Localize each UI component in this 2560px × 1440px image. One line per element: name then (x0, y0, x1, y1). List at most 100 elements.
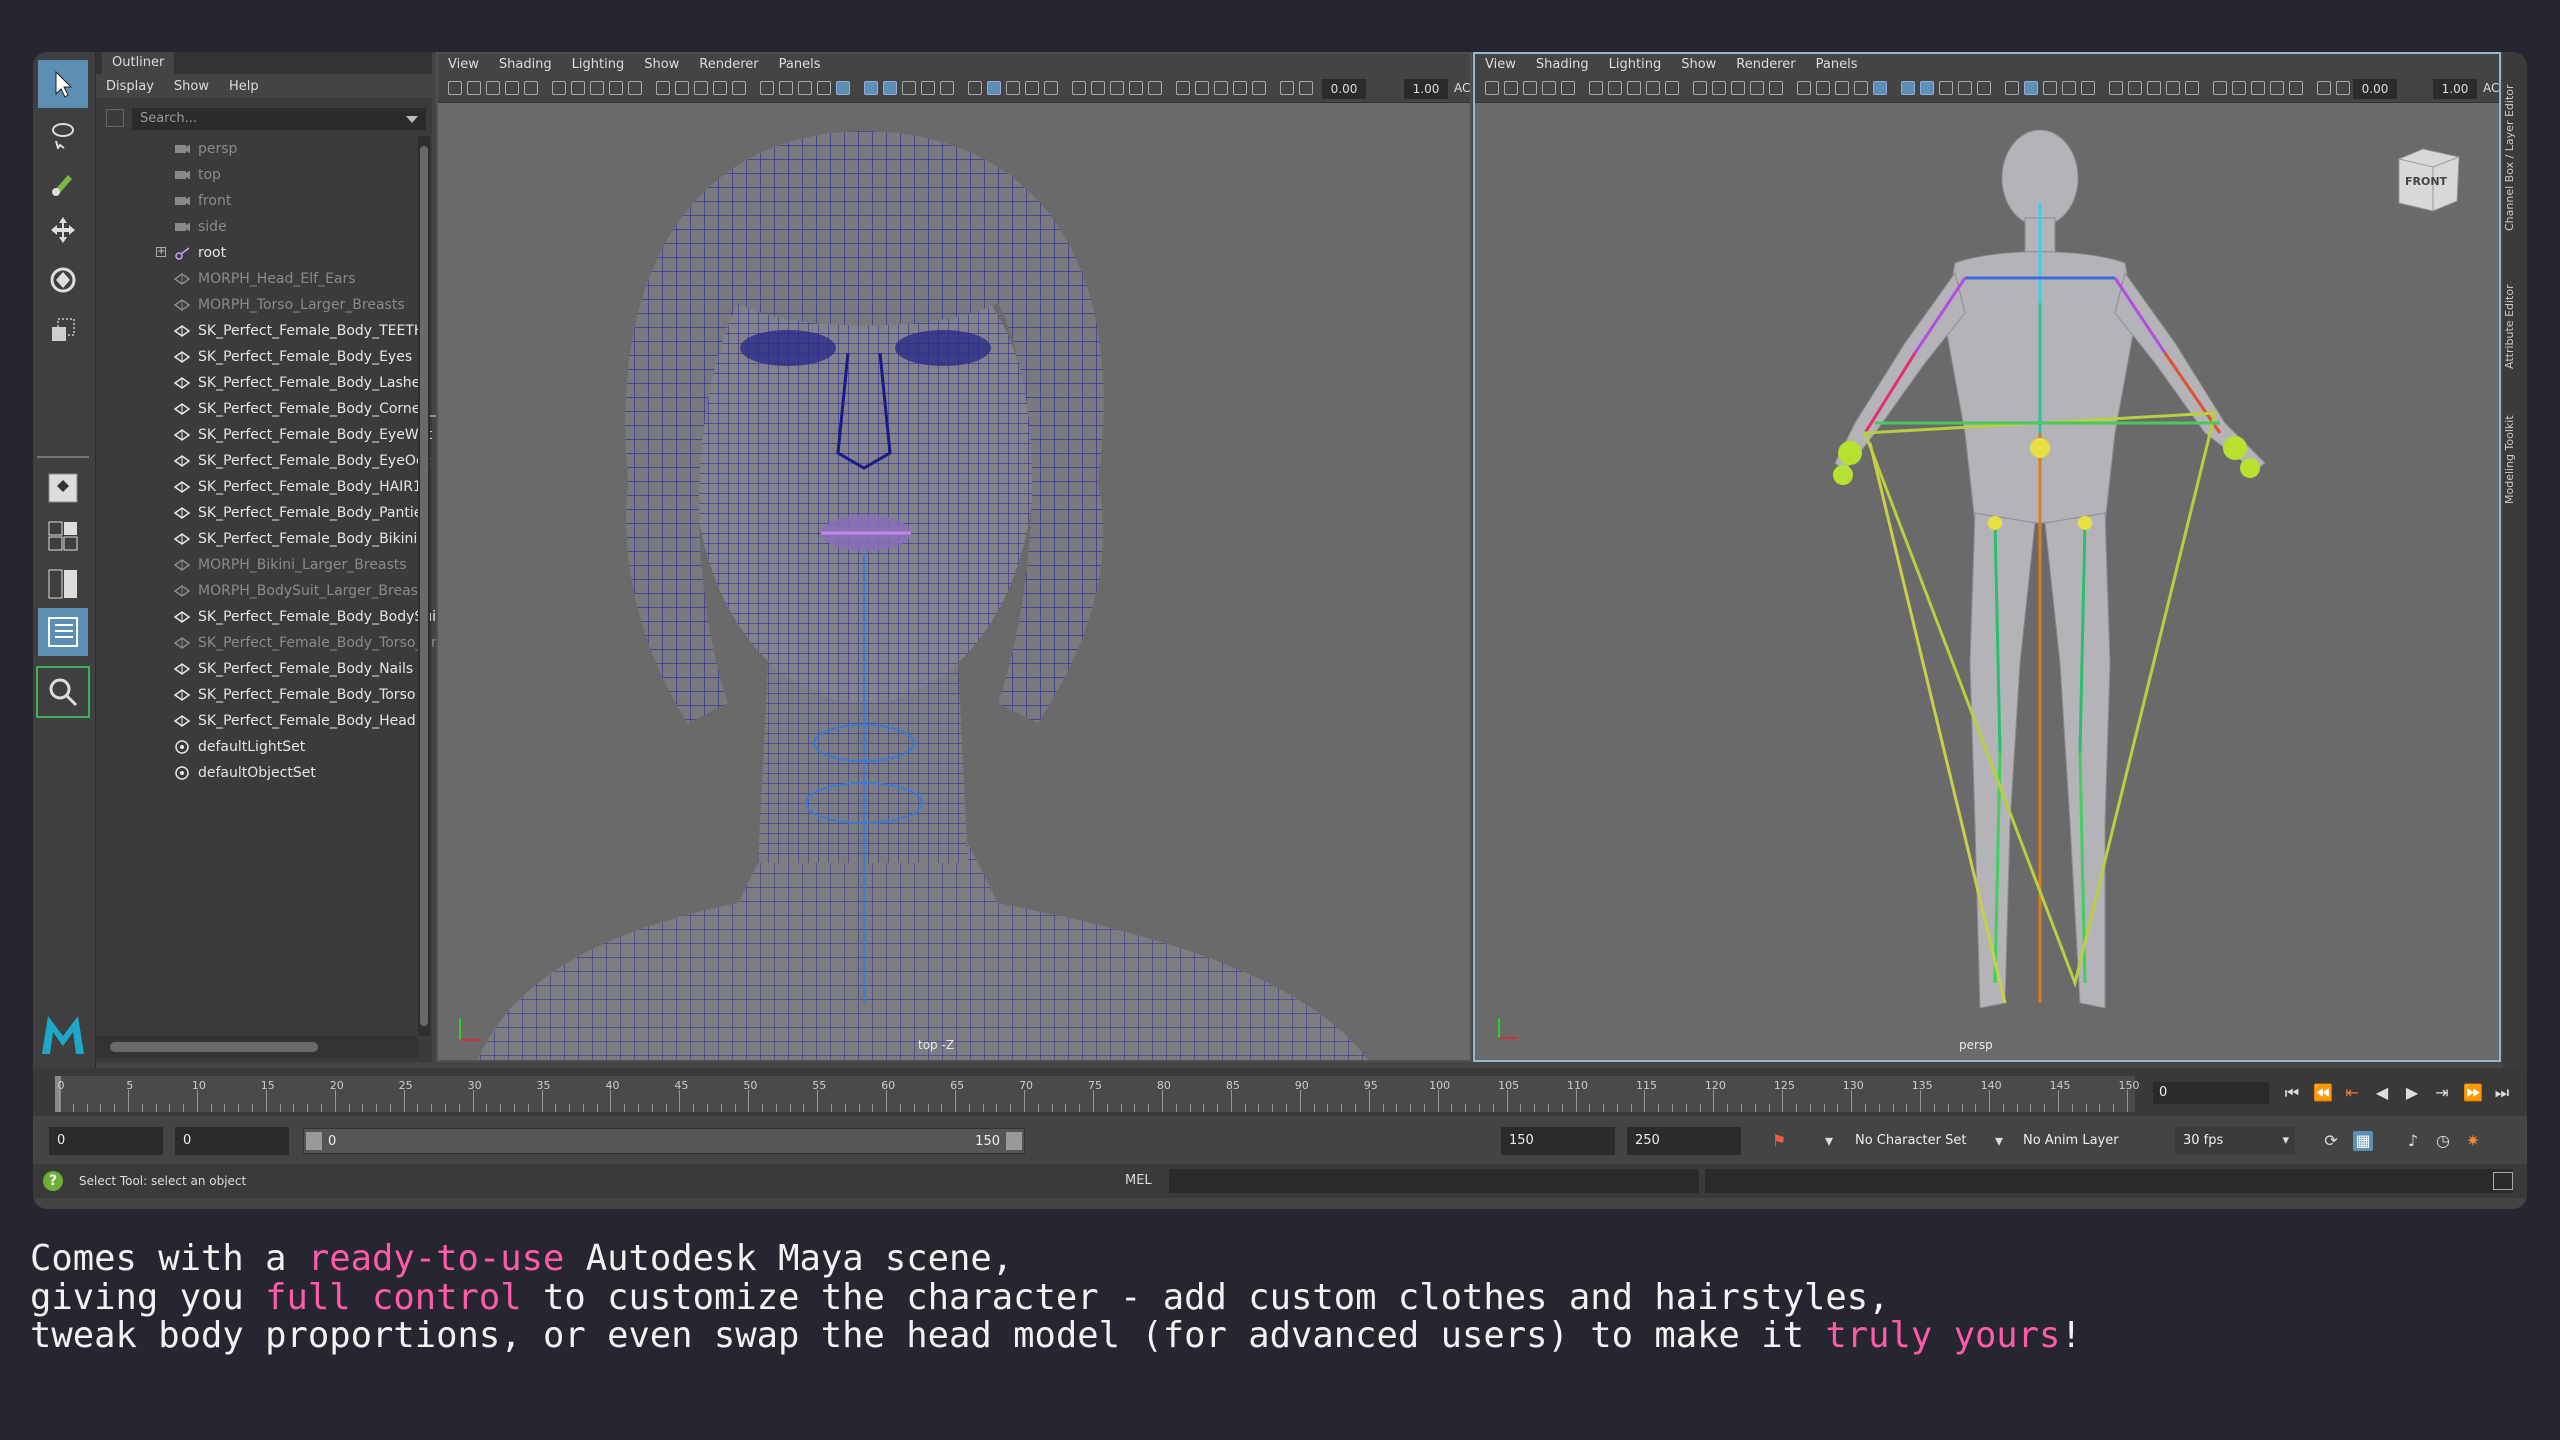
viewcube[interactable]: FRONT (2393, 145, 2461, 212)
chevron-down-icon[interactable]: ▾ (1989, 1131, 2009, 1151)
viewport-tool-icon[interactable] (921, 81, 935, 95)
outliner-item[interactable]: + root (96, 240, 418, 266)
viewport-tool-icon[interactable] (1977, 81, 1991, 95)
chevron-down-icon[interactable]: ▾ (1819, 1131, 1839, 1151)
viewport-tool-icon[interactable] (798, 81, 812, 95)
viewport-tool-icon[interactable] (1665, 81, 1679, 95)
viewport-tool-icon[interactable] (1920, 81, 1934, 95)
scale-tool-button[interactable] (38, 306, 88, 354)
viewport-tool-icon[interactable] (836, 81, 850, 95)
viewport-tool-icon[interactable] (760, 81, 774, 95)
vp-menu-renderer[interactable]: Renderer (699, 54, 758, 76)
two-view-button[interactable] (38, 560, 88, 608)
viewport-tool-icon[interactable] (2024, 81, 2038, 95)
viewport-tool-icon[interactable] (1485, 81, 1499, 95)
viewport-tool-icon[interactable] (1608, 81, 1622, 95)
viewport-tool-icon[interactable] (1873, 81, 1887, 95)
viewport-tool-icon[interactable] (732, 81, 746, 95)
viewport-tool-icon[interactable] (2062, 81, 2076, 95)
viewport-scene[interactable] (438, 103, 1470, 1060)
viewport-tool-icon[interactable] (1280, 81, 1294, 95)
viewport-tool-icon[interactable] (2109, 81, 2123, 95)
viewport-tool-icon[interactable] (694, 81, 708, 95)
scrollbar-thumb[interactable] (110, 1042, 318, 1052)
viewport-tool-icon[interactable] (1542, 81, 1556, 95)
viewport-tool-icon[interactable] (817, 81, 831, 95)
step-back-key-icon[interactable]: ⏪ (2313, 1084, 2333, 1102)
auto-key-icon[interactable]: ⚑ (1769, 1131, 1789, 1151)
viewport-tool-icon[interactable] (1854, 81, 1868, 95)
viewport-tool-icon[interactable] (448, 81, 462, 95)
viewport-tool-icon[interactable] (656, 81, 670, 95)
outliner-item[interactable]: SK_Perfect_Female_Body_Nails (96, 656, 418, 682)
outliner-item[interactable]: SK_Perfect_Female_Body_Torso (96, 682, 418, 708)
viewport-tool-icon[interactable] (1797, 81, 1811, 95)
viewport-tool-icon[interactable] (1091, 81, 1105, 95)
vp-menu-lighting[interactable]: Lighting (572, 54, 625, 76)
cache-playback-icon[interactable]: ▦ (2353, 1131, 2373, 1151)
viewport-tool-icon[interactable] (2081, 81, 2095, 95)
chevron-down-icon[interactable]: ▾ (2282, 1127, 2289, 1155)
outliner-layout-button[interactable] (38, 608, 88, 656)
colorspace-label[interactable]: AC (1454, 81, 1470, 95)
viewport-tool-icon[interactable] (2147, 81, 2161, 95)
outliner-vertical-scrollbar[interactable] (418, 136, 430, 1036)
viewport-tool-icon[interactable] (2005, 81, 2019, 95)
viewport-tool-icon[interactable] (1731, 81, 1745, 95)
viewport-tool-icon[interactable] (864, 81, 878, 95)
exposure-field[interactable]: 0.00 (1322, 79, 1366, 99)
viewport-tool-icon[interactable] (609, 81, 623, 95)
viewport-tool-icon[interactable] (675, 81, 689, 95)
viewport-tool-icon[interactable] (1901, 81, 1915, 95)
vp-menu-show[interactable]: Show (1681, 54, 1716, 76)
playback-speed-icon[interactable]: ◷ (2433, 1131, 2453, 1151)
range-slider-end-handle[interactable] (1006, 1132, 1022, 1150)
viewport-tool-icon[interactable] (1006, 81, 1020, 95)
lasso-tool-button[interactable] (38, 110, 88, 158)
character-set-dropdown[interactable]: No Character Set (1855, 1127, 1966, 1155)
viewport-tool-icon[interactable] (1589, 81, 1603, 95)
timeline-ruler[interactable]: 0 5 10 15 20 25 30 35 40 45 50 55 60 65 70 75 80 85 90 95 10… (55, 1076, 2140, 1112)
viewport-tool-icon[interactable] (467, 81, 481, 95)
vp-menu-panels[interactable]: Panels (779, 54, 821, 76)
viewport-tool-icon[interactable] (1627, 81, 1641, 95)
viewport-tool-icon[interactable] (883, 81, 897, 95)
search-tool-button[interactable] (36, 666, 90, 718)
viewport-top[interactable]: View Shading Lighting Show Renderer Pane… (436, 52, 1472, 1062)
viewport-tool-icon[interactable] (1214, 81, 1228, 95)
chevron-down-icon[interactable] (406, 116, 418, 123)
script-editor-icon[interactable] (2493, 1172, 2513, 1190)
animation-start-field[interactable]: 0 (49, 1127, 163, 1155)
viewport-tool-icon[interactable] (1252, 81, 1266, 95)
attribute-editor-tab[interactable]: Attribute Editor (2503, 268, 2527, 386)
viewport-tool-icon[interactable] (1176, 81, 1190, 95)
outliner-item[interactable]: defaultLightSet (96, 734, 418, 760)
vp-menu-lighting[interactable]: Lighting (1609, 54, 1662, 76)
viewport-tool-icon[interactable] (1835, 81, 1849, 95)
play-forwards-icon[interactable]: ▶ (2403, 1084, 2421, 1102)
outliner-item[interactable]: SK_Perfect_Female_Body_TEETH (96, 318, 424, 344)
viewport-tool-icon[interactable] (524, 81, 538, 95)
viewport-tool-icon[interactable] (1769, 81, 1783, 95)
outliner-item[interactable]: SK_Perfect_Female_Body_Lashes (96, 370, 428, 396)
viewport-tool-icon[interactable] (571, 81, 585, 95)
animation-end-field[interactable]: 250 (1627, 1127, 1741, 1155)
vp-menu-view[interactable]: View (448, 54, 479, 76)
viewport-tool-icon[interactable] (2289, 81, 2303, 95)
viewport-tool-icon[interactable] (2251, 81, 2265, 95)
viewport-tool-icon[interactable] (1693, 81, 1707, 95)
exposure-field[interactable]: 0.00 (2353, 79, 2397, 99)
outliner-item[interactable]: defaultObjectSet (96, 760, 418, 786)
outliner-item[interactable]: SK_Perfect_Female_Body_Eyes (96, 344, 418, 370)
viewport-tool-icon[interactable] (2043, 81, 2057, 95)
gamma-field[interactable]: 1.00 (2433, 79, 2477, 99)
viewport-tool-icon[interactable] (1195, 81, 1209, 95)
outliner-horizontal-scrollbar[interactable] (96, 1036, 418, 1058)
playback-end-field[interactable]: 150 (1501, 1127, 1615, 1155)
go-to-start-icon[interactable]: ⏮ (2283, 1084, 2301, 1102)
viewport-tool-icon[interactable] (940, 81, 954, 95)
modeling-toolkit-tab[interactable]: Modeling Toolkit (2503, 396, 2527, 524)
channel-box-tab[interactable]: Channel Box / Layer Editor (2503, 58, 2527, 258)
viewport-tool-icon[interactable] (2232, 81, 2246, 95)
viewport-tool-icon[interactable] (1299, 81, 1313, 95)
